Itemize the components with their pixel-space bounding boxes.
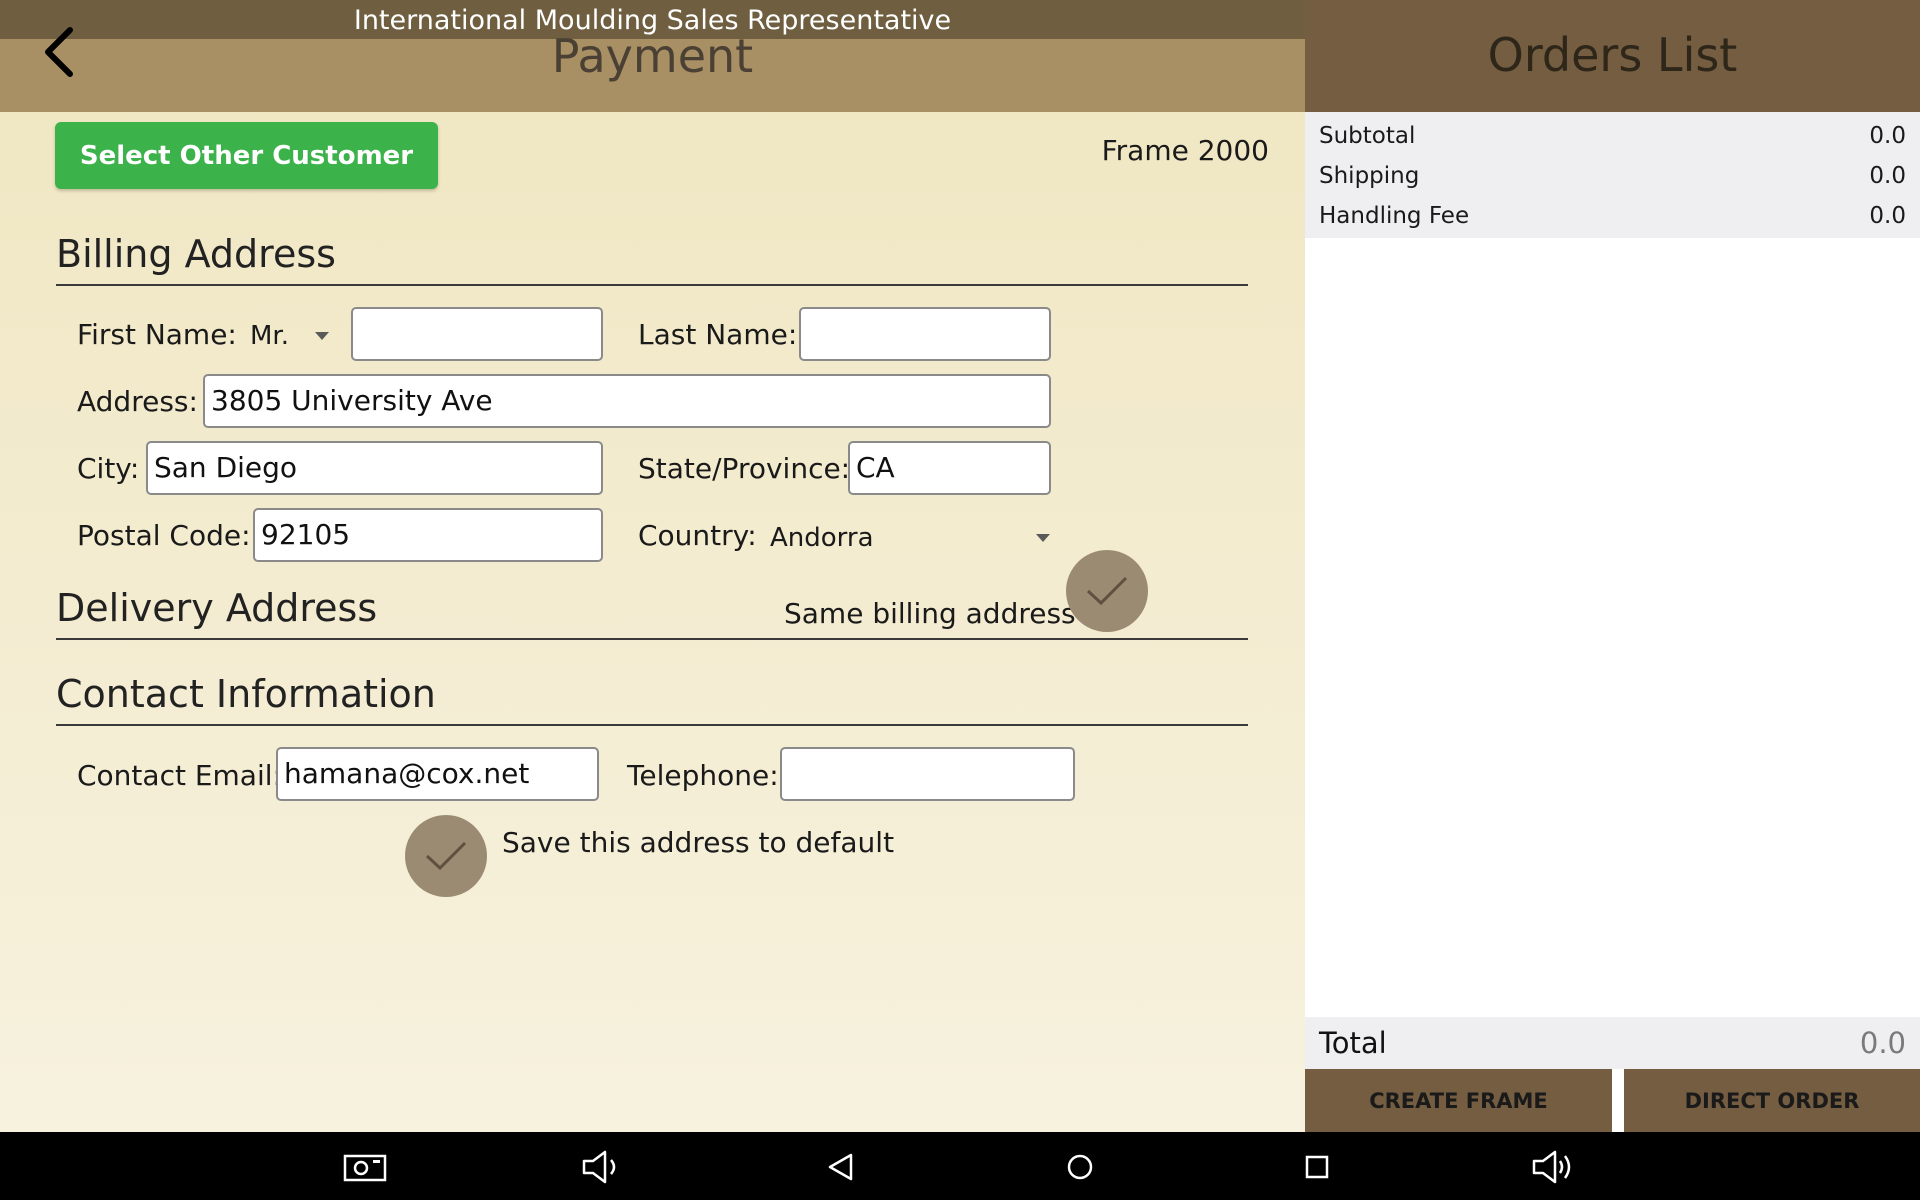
order-summary: Subtotal 0.0 Shipping 0.0 Handling Fee 0… [1305,112,1920,238]
summary-row-subtotal: Subtotal 0.0 [1319,116,1906,156]
summary-value: 0.0 [1869,203,1906,229]
chevron-down-icon [1036,534,1050,542]
save-default-checkbox[interactable] [405,815,487,897]
first-name-label: First Name: [77,318,237,351]
chevron-down-icon [315,332,329,340]
summary-label: Shipping [1319,163,1420,189]
city-label: City: [77,452,140,485]
billing-section-title: Billing Address [56,232,336,276]
billing-divider [56,284,1248,286]
address-label: Address: [77,385,198,418]
payment-pane: International Moulding Sales Representat… [0,0,1305,1132]
summary-label: Handling Fee [1319,203,1470,229]
nav-recents-button[interactable] [1294,1144,1340,1190]
chevron-left-icon [45,27,73,77]
screenshot-icon [343,1154,387,1182]
telephone-label: Telephone: [627,759,779,792]
same-billing-label: Same billing address [784,597,1076,630]
contact-email-field[interactable]: hamana@cox.net [276,747,599,801]
country-label: Country: [638,519,757,552]
direct-order-button[interactable]: DIRECT ORDER [1624,1069,1920,1132]
country-dropdown[interactable]: Andorra [770,520,1050,556]
postal-code-label: Postal Code: [77,519,251,552]
contact-section-title: Contact Information [56,672,436,716]
back-button[interactable] [28,22,88,82]
summary-value: 0.0 [1869,163,1906,189]
delivery-divider [56,638,1248,640]
create-frame-button[interactable]: CREATE FRAME [1305,1069,1612,1132]
summary-label: Subtotal [1319,123,1416,149]
volume-down-icon [582,1150,616,1184]
save-default-label: Save this address to default [502,826,895,859]
summary-value: 0.0 [1869,123,1906,149]
country-value: Andorra [770,523,874,553]
first-name-field[interactable] [351,307,603,361]
checkmark-icon [1086,576,1128,606]
summary-row-handling-fee: Handling Fee 0.0 [1319,196,1906,236]
delivery-section-title: Delivery Address [56,586,378,630]
state-label: State/Province: [638,452,851,485]
payment-header [0,39,1305,112]
contact-divider [56,724,1248,726]
total-label: Total [1319,1026,1387,1060]
postal-code-field[interactable]: 92105 [253,508,603,562]
system-nav-bar [0,1132,1920,1200]
nav-home-button[interactable] [1057,1144,1103,1190]
select-other-customer-button[interactable]: Select Other Customer [55,122,438,189]
state-field[interactable]: CA [848,441,1051,495]
orders-pane: Orders List Subtotal 0.0 Shipping 0.0 Ha… [1305,0,1920,1132]
salutation-value: Mr. [250,321,289,351]
same-billing-checkbox[interactable] [1066,550,1148,632]
orders-title: Orders List [1487,28,1738,82]
telephone-field[interactable] [780,747,1075,801]
city-field[interactable]: San Diego [146,441,603,495]
app-title: International Moulding Sales Representat… [353,5,952,36]
nav-back-button[interactable] [818,1144,864,1190]
home-circle-icon [1067,1154,1093,1180]
address-field[interactable]: 3805 University Ave [203,374,1051,428]
frame-label: Frame 2000 [1101,134,1269,167]
summary-row-shipping: Shipping 0.0 [1319,156,1906,196]
total-value: 0.0 [1859,1026,1906,1060]
volume-down-button[interactable] [579,1144,625,1190]
total-bar: Total 0.0 [1305,1017,1920,1069]
salutation-dropdown[interactable]: Mr. [250,318,338,354]
volume-up-icon [1532,1150,1571,1184]
last-name-label: Last Name: [638,318,798,351]
recents-square-icon [1305,1155,1329,1179]
contact-email-label: Contact Email: [77,759,282,792]
screenshot-button[interactable] [342,1144,388,1190]
last-name-field[interactable] [799,307,1051,361]
checkmark-icon [425,841,467,871]
back-triangle-icon [828,1153,853,1181]
volume-up-button[interactable] [1531,1144,1577,1190]
